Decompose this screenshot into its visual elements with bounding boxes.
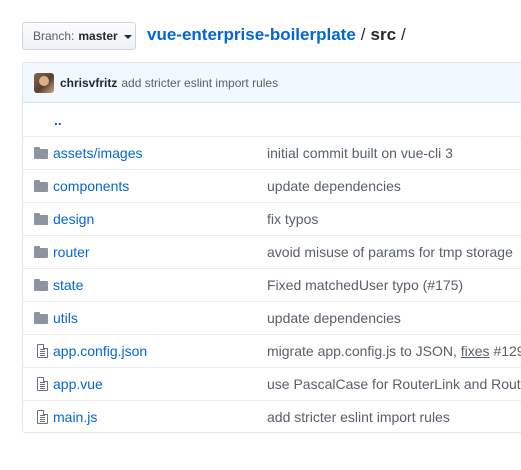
table-row[interactable]: app.config.json migrate app.config.js to … — [23, 334, 521, 367]
file-name-link[interactable]: design — [53, 211, 267, 227]
file-name-link[interactable]: main.js — [53, 409, 267, 425]
latest-commit-bar: chrisvfritz add stricter eslint import r… — [23, 63, 521, 103]
avatar[interactable] — [34, 72, 54, 93]
file-name-link[interactable]: utils — [53, 310, 267, 326]
folder-icon — [34, 180, 48, 192]
file-name-link[interactable]: assets/images — [53, 145, 267, 161]
folder-icon — [34, 246, 48, 258]
file-table: chrisvfritz add stricter eslint import r… — [22, 62, 521, 433]
row-icon-cell — [23, 410, 53, 424]
branch-value: master — [78, 29, 118, 43]
row-icon-cell — [23, 180, 53, 192]
parent-directory-row[interactable]: .. — [23, 103, 521, 136]
file-icon — [37, 377, 48, 391]
commit-message-text: update dependencies — [267, 178, 401, 194]
commit-message-link[interactable]: Fixed matchedUser typo (#175) — [267, 277, 521, 293]
commit-message[interactable]: add stricter eslint import rules — [121, 76, 278, 90]
commit-message-text: update dependencies — [267, 310, 401, 326]
table-row[interactable]: router avoid misuse of params for tmp sto… — [23, 235, 521, 268]
breadcrumb-separator: / — [360, 25, 366, 44]
table-row[interactable]: main.js add stricter eslint import rules — [23, 400, 521, 432]
breadcrumb-repo-link[interactable]: vue-enterprise-boilerplate — [147, 25, 356, 45]
commit-message-link[interactable]: initial commit built on vue-cli 3 — [267, 145, 521, 161]
commit-message-link[interactable]: add stricter eslint import rules — [267, 409, 521, 425]
commit-message-text: migrate app.config.js to JSON, — [267, 343, 461, 359]
commit-message-link[interactable]: use PascalCase for RouterLink and Router… — [267, 376, 521, 392]
commit-message-link[interactable]: avoid misuse of params for tmp storage — [267, 244, 521, 260]
file-icon — [37, 344, 48, 358]
row-icon-cell — [23, 213, 53, 225]
row-icon-cell — [23, 147, 53, 159]
row-icon-cell — [23, 312, 53, 324]
branch-select-button[interactable]: Branch: master — [22, 22, 136, 50]
commit-message-text: initial commit built on vue-cli 3 — [267, 145, 453, 161]
file-name-link[interactable]: app.config.json — [53, 343, 267, 359]
row-icon-cell — [23, 279, 53, 291]
row-icon-cell — [23, 377, 53, 391]
commit-message-link[interactable]: migrate app.config.js to JSON, fixes #12… — [267, 343, 521, 359]
file-name-link[interactable]: components — [53, 178, 267, 194]
row-icon-cell — [23, 344, 53, 358]
table-row[interactable]: app.vue use PascalCase for RouterLink and… — [23, 367, 521, 400]
commit-message-text: fix typos — [267, 211, 319, 227]
table-row[interactable]: design fix typos — [23, 202, 521, 235]
commit-message-link[interactable]: update dependencies — [267, 310, 521, 326]
file-icon — [37, 410, 48, 424]
table-row[interactable]: utils update dependencies — [23, 301, 521, 334]
commit-message-link[interactable]: fix typos — [267, 211, 521, 227]
branch-label: Branch: — [33, 29, 75, 43]
folder-icon — [34, 312, 48, 324]
commit-message-text: use PascalCase for RouterLink and Router… — [267, 376, 521, 392]
file-name-link[interactable]: app.vue — [53, 376, 267, 392]
commit-message-link[interactable]: update dependencies — [267, 178, 521, 194]
commit-message-text: add stricter eslint import rules — [267, 409, 450, 425]
folder-icon — [34, 147, 48, 159]
table-row[interactable]: state Fixed matchedUser typo (#175) — [23, 268, 521, 301]
breadcrumb-separator: / — [401, 25, 406, 44]
commit-author[interactable]: chrisvfritz — [60, 76, 117, 90]
issue-link[interactable]: fixes — [461, 343, 490, 359]
table-row[interactable]: assets/images initial commit built on vue… — [23, 136, 521, 169]
commit-message-text: avoid misuse of params for tmp storage — [267, 244, 513, 260]
breadcrumb-current-folder: src — [370, 25, 397, 44]
commit-message-text: Fixed matchedUser typo (#175) — [267, 277, 464, 293]
folder-icon — [34, 213, 48, 225]
commit-message-tail: #129 — [493, 343, 521, 359]
file-name-link[interactable]: state — [53, 277, 267, 293]
table-row[interactable]: components update dependencies — [23, 169, 521, 202]
caret-down-icon — [123, 35, 132, 39]
parent-directory-link[interactable]: .. — [54, 112, 62, 128]
breadcrumb: vue-enterprise-boilerplate / src / — [147, 25, 411, 45]
file-name-link[interactable]: router — [53, 244, 267, 260]
row-icon-cell — [23, 246, 53, 258]
folder-icon — [34, 279, 48, 291]
